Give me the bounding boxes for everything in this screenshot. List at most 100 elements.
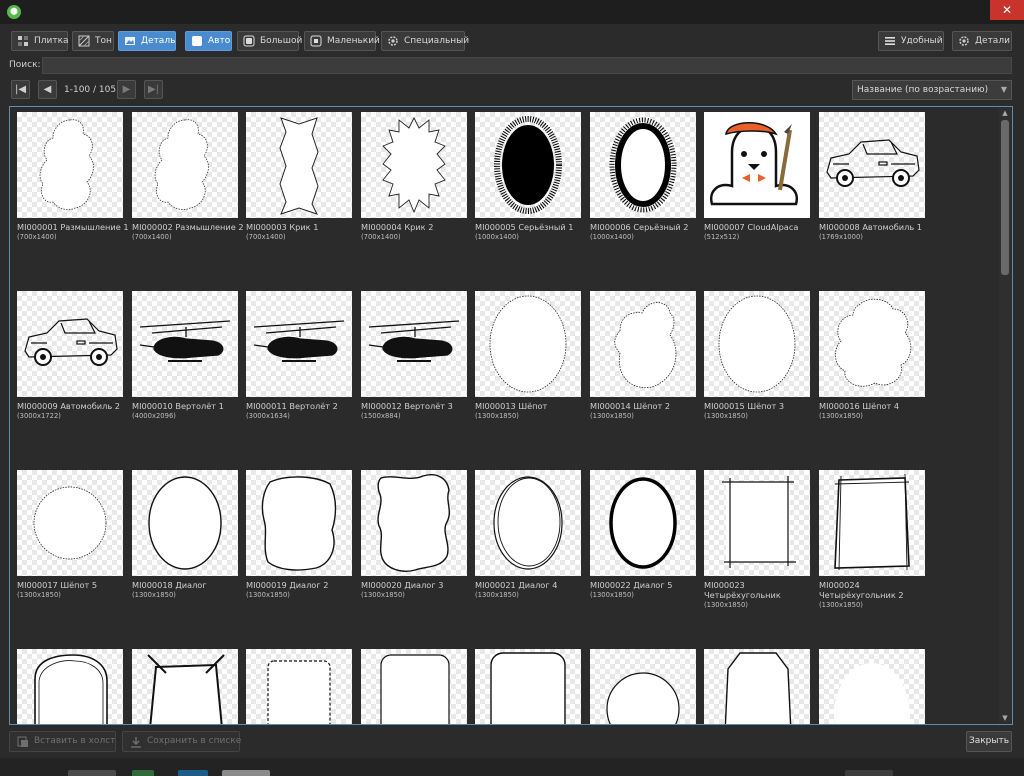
- material-thumbnail[interactable]: [132, 649, 238, 724]
- taskbar-item[interactable]: [178, 770, 208, 776]
- material-thumbnail[interactable]: [590, 470, 696, 576]
- material-item[interactable]: MI000017 Шёпот 5 (1300x1850): [17, 470, 125, 600]
- material-thumbnail[interactable]: [132, 470, 238, 576]
- material-item[interactable]: [132, 649, 240, 724]
- material-thumbnail[interactable]: [704, 291, 810, 397]
- next-page-button[interactable]: ▶: [117, 80, 136, 99]
- first-page-button[interactable]: |◀: [11, 80, 30, 99]
- material-item[interactable]: MI000006 Серьёзный 2 (1000x1400): [590, 112, 698, 242]
- material-thumbnail[interactable]: [590, 291, 696, 397]
- material-item[interactable]: MI000002 Размышление 2 (700x1400): [132, 112, 244, 242]
- view-tone-button[interactable]: Тон: [72, 31, 114, 51]
- material-thumbnail[interactable]: [590, 649, 696, 724]
- material-thumbnail[interactable]: [475, 649, 581, 724]
- material-thumbnail[interactable]: [361, 112, 467, 218]
- material-item[interactable]: [475, 649, 583, 724]
- material-thumbnail[interactable]: [475, 470, 581, 576]
- material-item[interactable]: MI000003 Крик 1 (700x1400): [246, 112, 354, 242]
- material-name: MI000007 CloudAlpaca: [704, 222, 799, 232]
- material-item[interactable]: MI000015 Шёпот 3 (1300x1850): [704, 291, 812, 421]
- taskbar-item[interactable]: [132, 770, 154, 776]
- size-special-button[interactable]: Специальный: [381, 31, 469, 51]
- material-thumbnail[interactable]: [361, 470, 467, 576]
- material-item[interactable]: MI000020 Диалог 3 (1300x1850): [361, 470, 469, 600]
- material-thumbnail[interactable]: [704, 470, 810, 576]
- material-item[interactable]: MI000018 Диалог (1300x1850): [132, 470, 240, 600]
- material-thumbnail[interactable]: [475, 291, 581, 397]
- material-item[interactable]: MI000024 Четырёхугольник 2 (1300x1850): [819, 470, 927, 609]
- material-item[interactable]: MI000011 Вертолёт 2 (3000x1634): [246, 291, 354, 421]
- material-item[interactable]: [361, 649, 469, 724]
- material-thumbnail[interactable]: [132, 112, 238, 218]
- scroll-down-arrow[interactable]: ▼: [999, 713, 1011, 723]
- material-thumbnail[interactable]: [17, 112, 123, 218]
- material-caption: MI000017 Шёпот 5 (1300x1850): [17, 580, 129, 600]
- material-caption: MI000009 Автомобиль 2 (3000x1722): [17, 401, 129, 421]
- prev-page-button[interactable]: ◀: [38, 80, 57, 99]
- material-item[interactable]: MI000004 Крик 2 (700x1400): [361, 112, 469, 242]
- material-thumbnail[interactable]: [361, 649, 467, 724]
- search-input[interactable]: [42, 57, 1012, 74]
- scroll-up-arrow[interactable]: ▲: [999, 108, 1011, 118]
- tile-icon: [18, 36, 28, 46]
- size-large-button[interactable]: Большой: [237, 31, 302, 51]
- material-thumbnail[interactable]: [475, 112, 581, 218]
- material-item[interactable]: MI000022 Диалог 5 (1300x1850): [590, 470, 698, 600]
- taskbar-item[interactable]: [68, 770, 116, 776]
- material-item[interactable]: [590, 649, 698, 724]
- material-item[interactable]: MI000014 Шёпот 2 (1300x1850): [590, 291, 698, 421]
- window-close-button[interactable]: ✕: [990, 0, 1024, 20]
- material-thumbnail[interactable]: [704, 649, 810, 724]
- vertical-scrollbar[interactable]: ▲ ▼: [999, 108, 1011, 723]
- material-item[interactable]: MI000019 Диалог 2 (1300x1850): [246, 470, 354, 600]
- material-thumbnail[interactable]: [590, 112, 696, 218]
- taskbar-item[interactable]: [222, 770, 270, 776]
- size-auto-button[interactable]: Авто: [185, 31, 232, 51]
- save-to-list-button[interactable]: Сохранить в списке: [122, 731, 241, 752]
- material-thumbnail[interactable]: [819, 649, 925, 724]
- material-item[interactable]: MI000009 Автомобиль 2 (3000x1722): [17, 291, 125, 421]
- scrollbar-thumb[interactable]: [1001, 120, 1009, 275]
- view-detail-button[interactable]: Деталь: [118, 31, 176, 51]
- material-thumbnail[interactable]: [704, 112, 810, 218]
- material-thumbnail[interactable]: [132, 291, 238, 397]
- material-item[interactable]: MI000008 Автомобиль 1 (1769x1000): [819, 112, 927, 242]
- close-dialog-button[interactable]: Закрыть: [966, 731, 1012, 752]
- material-item[interactable]: MI000013 Шёпот (1300x1850): [475, 291, 583, 421]
- material-thumbnail[interactable]: [17, 649, 123, 724]
- material-item[interactable]: MI000021 Диалог 4 (1300x1850): [475, 470, 583, 600]
- material-thumbnail[interactable]: [246, 112, 352, 218]
- material-caption: MI000012 Вертолёт 3 (1500x884): [361, 401, 473, 421]
- size-small-button[interactable]: Маленький: [304, 31, 380, 51]
- material-item[interactable]: MI000001 Размышление 1 (700x1400): [17, 112, 129, 242]
- last-page-button[interactable]: ▶|: [144, 80, 163, 99]
- material-item[interactable]: [246, 649, 354, 724]
- material-item[interactable]: MI000023 Четырёхугольник (1300x1850): [704, 470, 812, 609]
- material-thumbnail[interactable]: [246, 470, 352, 576]
- convenient-button[interactable]: Удобный: [878, 31, 944, 51]
- sort-select[interactable]: Название (по возрастанию) ▼: [852, 80, 1012, 100]
- material-thumbnail[interactable]: [819, 470, 925, 576]
- material-item[interactable]: [17, 649, 125, 724]
- material-item[interactable]: MI000007 CloudAlpaca (512x512): [704, 112, 812, 242]
- material-size: (512x512): [704, 233, 740, 241]
- material-item[interactable]: MI000016 Шёпот 4 (1300x1850): [819, 291, 927, 421]
- details-button[interactable]: Детали: [952, 31, 1012, 51]
- material-thumbnail[interactable]: [246, 291, 352, 397]
- material-thumbnail[interactable]: [17, 470, 123, 576]
- taskbar-item[interactable]: [845, 770, 893, 776]
- material-thumbnail[interactable]: [819, 112, 925, 218]
- large-square-icon: [243, 35, 255, 47]
- material-item[interactable]: [819, 649, 927, 724]
- material-item[interactable]: [704, 649, 812, 724]
- material-thumbnail[interactable]: [246, 649, 352, 724]
- material-item[interactable]: MI000010 Вертолёт 1 (4000x2096): [132, 291, 240, 421]
- material-thumbnail[interactable]: [819, 291, 925, 397]
- paste-to-canvas-button[interactable]: Вставить в холст: [9, 731, 116, 752]
- material-item[interactable]: MI000012 Вертолёт 3 (1500x884): [361, 291, 469, 421]
- view-tile-button[interactable]: Плитка: [11, 31, 69, 51]
- material-item[interactable]: MI000005 Серьёзный 1 (1000x1400): [475, 112, 583, 242]
- material-name: MI000024 Четырёхугольник 2: [819, 580, 904, 600]
- material-thumbnail[interactable]: [361, 291, 467, 397]
- material-thumbnail[interactable]: [17, 291, 123, 397]
